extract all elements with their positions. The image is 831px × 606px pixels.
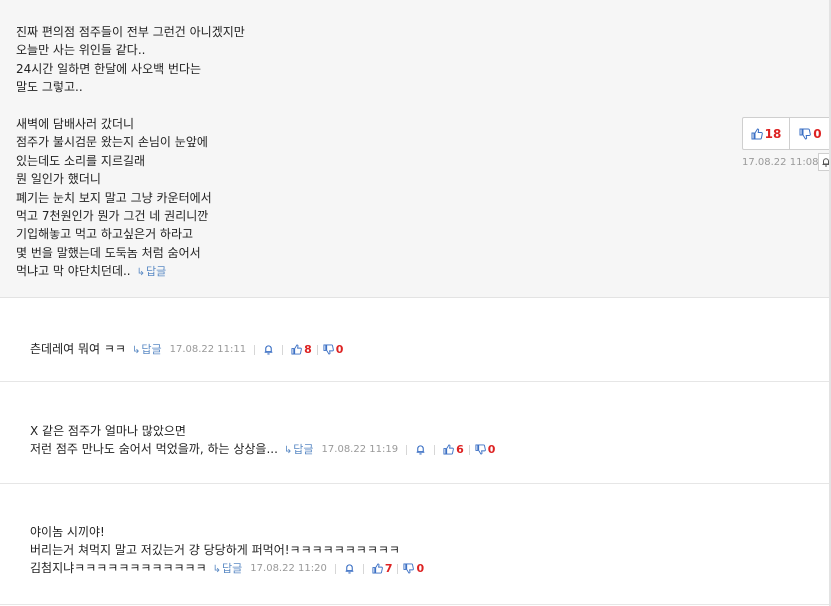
comment-body: 야이놈 시끼야! 버리는거 쳐먹지 말고 저깄는거 걍 당당하게 퍼먹어!ㅋㅋㅋ… [30, 523, 424, 579]
thumbs-down-icon[interactable] [323, 344, 334, 355]
divider [254, 344, 256, 355]
comment-body: X 같은 점주가 얼마나 많았으면 저런 점주 만나도 숨어서 먹었을까, 하는… [30, 422, 495, 460]
comment-date: 17.08.22 11:08 [742, 157, 819, 168]
divider [334, 563, 336, 574]
thumbs-up-icon[interactable] [443, 444, 454, 455]
comment-item: 츤데레여 뭐여 ㅋㅋ 답글 17.08.22 11:11 8 0 [0, 299, 831, 381]
downvote-count: 0 [813, 126, 822, 141]
upvote-count: 7 [384, 561, 393, 575]
divider [362, 563, 364, 574]
bell-icon[interactable] [344, 563, 355, 574]
comment-text: 츤데레여 뭐여 ㅋㅋ [30, 342, 126, 356]
comment-date: 17.08.22 11:19 [321, 443, 399, 455]
reply-button[interactable]: 답글 [284, 443, 314, 456]
upvote-button[interactable]: 18 [743, 118, 790, 149]
best-comment: 진짜 편의점 점주들이 전부 그런건 아니겠지만 오늘만 사는 위인들 같다..… [0, 0, 831, 298]
divider [397, 563, 399, 574]
comment-text: X 같은 점주가 얼마나 많았으면 저런 점주 만나도 숨어서 먹었을까, 하는… [30, 424, 278, 456]
best-comment-body: 진짜 편의점 점주들이 전부 그런건 아니겠지만 오늘만 사는 위인들 같다..… [16, 23, 716, 283]
downvote-button[interactable]: 0 [790, 118, 831, 149]
thumbs-down-icon[interactable] [475, 444, 486, 455]
divider [316, 344, 318, 355]
comment-meta: 17.08.22 11:19 6 0 [314, 441, 496, 459]
comment-divider [0, 604, 831, 605]
bell-icon[interactable] [263, 344, 274, 355]
comment-meta: 17.08.22 11:11 8 0 [162, 341, 344, 359]
thumbs-up-icon[interactable] [291, 344, 302, 355]
divider [468, 444, 470, 455]
comment-meta: 17.08.22 11:20 7 0 [242, 560, 424, 578]
upvote-count: 6 [456, 442, 464, 456]
thumbs-down-icon [799, 128, 812, 140]
upvote-count: 18 [764, 126, 782, 141]
reply-button[interactable]: 답글 [213, 562, 243, 575]
reply-button[interactable]: 답글 [132, 343, 162, 356]
reply-button[interactable]: 답글 [137, 265, 167, 278]
downvote-count: 0 [487, 442, 496, 456]
vote-box: 18 0 [742, 117, 831, 150]
divider [406, 444, 408, 455]
comment-item: 야이놈 시끼야! 버리는거 쳐먹지 말고 저깄는거 걍 당당하게 퍼먹어!ㅋㅋㅋ… [0, 484, 831, 604]
best-comment-text: 진짜 편의점 점주들이 전부 그런건 아니겠지만 오늘만 사는 위인들 같다..… [16, 25, 245, 279]
divider [434, 444, 436, 455]
thumbs-down-icon[interactable] [403, 563, 415, 574]
comment-item: X 같은 점주가 얼마나 많았으면 저런 점주 만나도 숨어서 먹었을까, 하는… [0, 382, 831, 483]
downvote-count: 0 [416, 561, 425, 575]
upvote-count: 8 [304, 342, 312, 356]
thumbs-up-icon [751, 127, 763, 139]
comment-date: 17.08.22 11:20 [250, 562, 327, 574]
comment-date: 17.08.22 11:11 [169, 343, 247, 355]
downvote-count: 0 [335, 342, 344, 356]
bell-icon[interactable] [415, 444, 426, 455]
thumbs-up-icon[interactable] [372, 563, 383, 574]
divider [282, 344, 284, 355]
comment-body: 츤데레여 뭐여 ㅋㅋ 답글 17.08.22 11:11 8 0 [30, 340, 343, 360]
